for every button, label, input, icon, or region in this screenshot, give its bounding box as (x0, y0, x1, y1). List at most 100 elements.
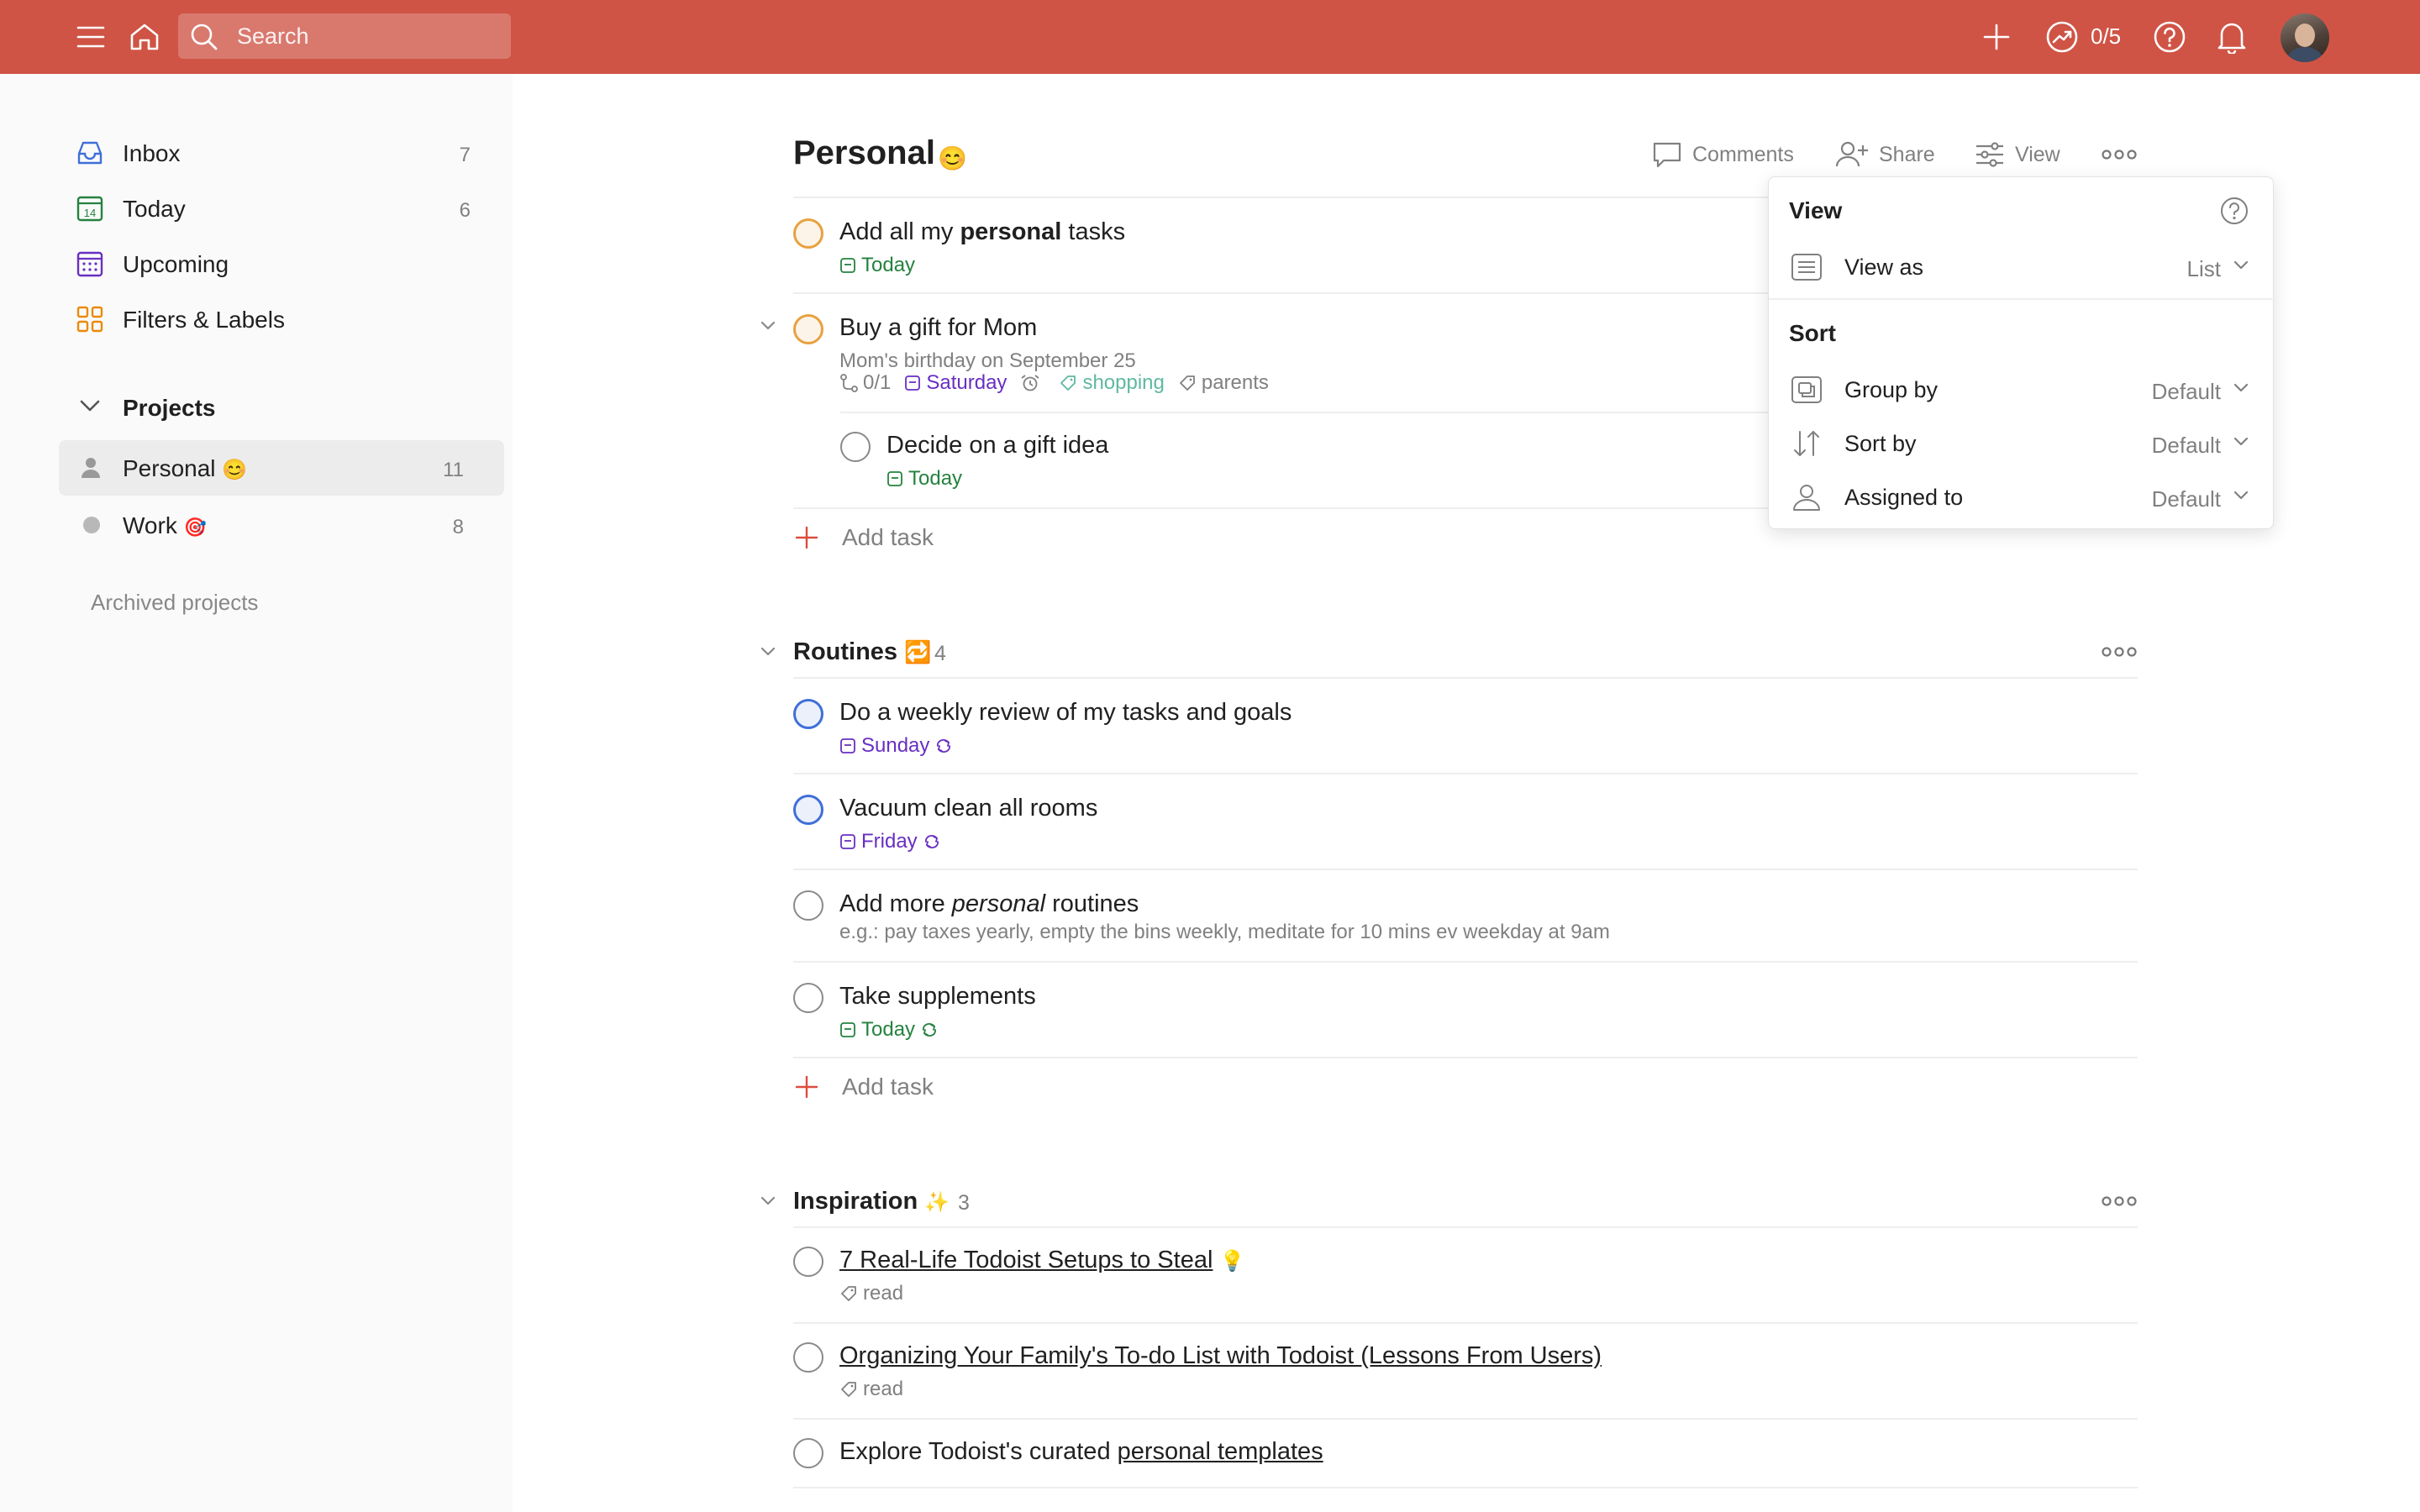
sidebar-item-label: Today (123, 196, 186, 222)
task-checkbox[interactable] (793, 218, 823, 249)
plus-icon (795, 526, 818, 549)
divider (793, 773, 2138, 774)
divider (793, 1487, 2138, 1488)
sort-by-value[interactable]: Default (2152, 433, 2221, 459)
task-checkbox[interactable] (793, 699, 823, 729)
reminder[interactable] (1020, 374, 1045, 392)
task-title[interactable]: Explore Todoist's curated personal templ… (839, 1438, 1323, 1466)
chevron-down-icon (2233, 383, 2249, 392)
avatar[interactable] (2281, 13, 2329, 62)
assigned-to-row[interactable]: Assigned to Default (1769, 471, 2275, 522)
search-box[interactable] (178, 13, 511, 59)
task-title[interactable]: 7 Real-Life Todoist Setups to Steal 💡 (839, 1247, 1244, 1274)
share-button[interactable]: Share (1835, 138, 1935, 171)
group-by-value[interactable]: Default (2152, 379, 2221, 405)
task-title[interactable]: Add more personal routines (839, 890, 1139, 918)
task-link[interactable]: 7 Real-Life Todoist Setups to Steal (839, 1247, 1213, 1273)
divider (793, 1322, 2138, 1324)
sort-by-row[interactable]: Sort by Default (1769, 417, 2275, 468)
sidebar-item-filters-labels[interactable]: Filters & Labels (59, 294, 504, 344)
chevron-down-icon[interactable] (756, 640, 780, 664)
home-icon[interactable] (126, 18, 163, 55)
task-link[interactable]: Organizing Your Family's To-do List with… (839, 1342, 1602, 1369)
chevron-down-icon[interactable] (756, 1189, 780, 1213)
due-date[interactable]: Today (839, 1018, 944, 1042)
task-title[interactable]: Vacuum clean all rooms (839, 795, 1097, 822)
task-title[interactable]: Do a weekly review of my tasks and goals (839, 699, 1292, 727)
task-checkbox[interactable] (793, 983, 823, 1013)
section-more-icon[interactable] (2101, 643, 2138, 660)
label-read[interactable]: read (839, 1378, 903, 1401)
task-link[interactable]: personal templates (1118, 1438, 1323, 1465)
task-checkbox[interactable] (793, 890, 823, 921)
page-title[interactable]: Personal (793, 134, 935, 172)
task-title[interactable]: Add all my personal tasks (839, 218, 1125, 246)
archived-projects-link[interactable]: Archived projects (91, 590, 258, 616)
section-header-routines[interactable]: Routines 🔁 4 (793, 633, 2138, 670)
assigned-to-value[interactable]: Default (2152, 486, 2221, 512)
section-name: Inspiration ✨ (793, 1188, 950, 1215)
task-checkbox[interactable] (793, 1342, 823, 1373)
due-date[interactable]: Friday (839, 830, 946, 853)
section-header-inspiration[interactable]: Inspiration ✨ 3 (793, 1183, 2138, 1220)
group-by-row[interactable]: Group by Default (1769, 364, 2275, 414)
task-item[interactable]: Vacuum clean all rooms Friday (793, 791, 2138, 864)
help-icon[interactable] (2151, 18, 2188, 55)
chevron-down-icon[interactable] (79, 398, 101, 413)
task-description: Mom's birthday on September 25 (839, 349, 1136, 372)
chevron-down-icon[interactable] (756, 314, 780, 338)
task-item[interactable]: Explore Todoist's curated personal templ… (793, 1435, 2138, 1477)
add-task-button[interactable]: Add task (793, 1068, 1129, 1105)
comments-button[interactable]: Comments (1652, 138, 1794, 171)
sidebar-item-work[interactable]: Work 🎯 8 (59, 497, 504, 553)
projects-header[interactable]: Projects (59, 381, 504, 432)
label-parents[interactable]: parents (1178, 371, 1269, 395)
due-date[interactable]: Today (839, 254, 915, 277)
bell-icon[interactable] (2213, 18, 2250, 55)
task-item[interactable]: Organizing Your Family's To-do List with… (793, 1339, 2138, 1411)
task-title[interactable]: Buy a gift for Mom (839, 314, 1037, 342)
calendar-grid-icon (76, 251, 103, 277)
karma-progress[interactable]: 0/5 (2091, 24, 2121, 50)
task-item[interactable]: 7 Real-Life Todoist Setups to Steal 💡 re… (793, 1243, 2138, 1315)
tag-icon (1179, 375, 1195, 391)
task-item[interactable]: Do a weekly review of my tasks and goals… (793, 696, 2138, 768)
help-icon[interactable] (2219, 196, 2249, 226)
tag-icon (841, 1286, 856, 1301)
sidebar-item-today[interactable]: 14 Today 6 (59, 183, 504, 234)
sidebar-item-upcoming[interactable]: Upcoming (59, 239, 504, 289)
task-checkbox[interactable] (793, 795, 823, 825)
search-icon (191, 24, 218, 50)
label-read[interactable]: read (839, 1282, 903, 1305)
label-shopping[interactable]: shopping (1059, 371, 1165, 395)
task-checkbox[interactable] (793, 1247, 823, 1277)
sidebar-item-personal[interactable]: Personal 😊 11 (59, 440, 504, 496)
section-emoji: 🔁 (904, 639, 932, 664)
sidebar-item-inbox[interactable]: Inbox 7 (59, 128, 504, 178)
task-item[interactable]: Take supplements Today (793, 979, 2138, 1052)
view-button[interactable]: View (1975, 138, 2060, 171)
add-task-button[interactable]: Add task (793, 519, 1129, 556)
calendar-icon (840, 738, 855, 753)
view-as-value[interactable]: List (2187, 256, 2221, 282)
view-as-row[interactable]: View as List (1769, 241, 2275, 291)
due-date[interactable]: Today (886, 467, 962, 491)
task-checkbox[interactable] (793, 1438, 823, 1468)
task-checkbox[interactable] (840, 432, 871, 462)
task-title[interactable]: Decide on a gift idea (886, 432, 1108, 459)
search-input[interactable] (237, 13, 497, 59)
quick-add-icon[interactable] (1978, 18, 2015, 55)
due-date[interactable]: Saturday (904, 371, 1007, 395)
due-date[interactable]: Sunday (839, 734, 958, 758)
alarm-clock-icon (1021, 375, 1039, 391)
section-more-icon[interactable] (2101, 1193, 2138, 1210)
task-item[interactable]: Add more personal routines e.g.: pay tax… (793, 887, 2138, 954)
plus-icon (795, 1075, 818, 1099)
comment-icon (1653, 142, 1681, 168)
task-title[interactable]: Organizing Your Family's To-do List with… (839, 1342, 1602, 1370)
productivity-icon[interactable] (2044, 18, 2081, 55)
task-checkbox[interactable] (793, 314, 823, 344)
task-title[interactable]: Take supplements (839, 983, 1036, 1011)
menu-icon[interactable] (72, 18, 109, 55)
more-options-icon[interactable] (2101, 146, 2138, 163)
